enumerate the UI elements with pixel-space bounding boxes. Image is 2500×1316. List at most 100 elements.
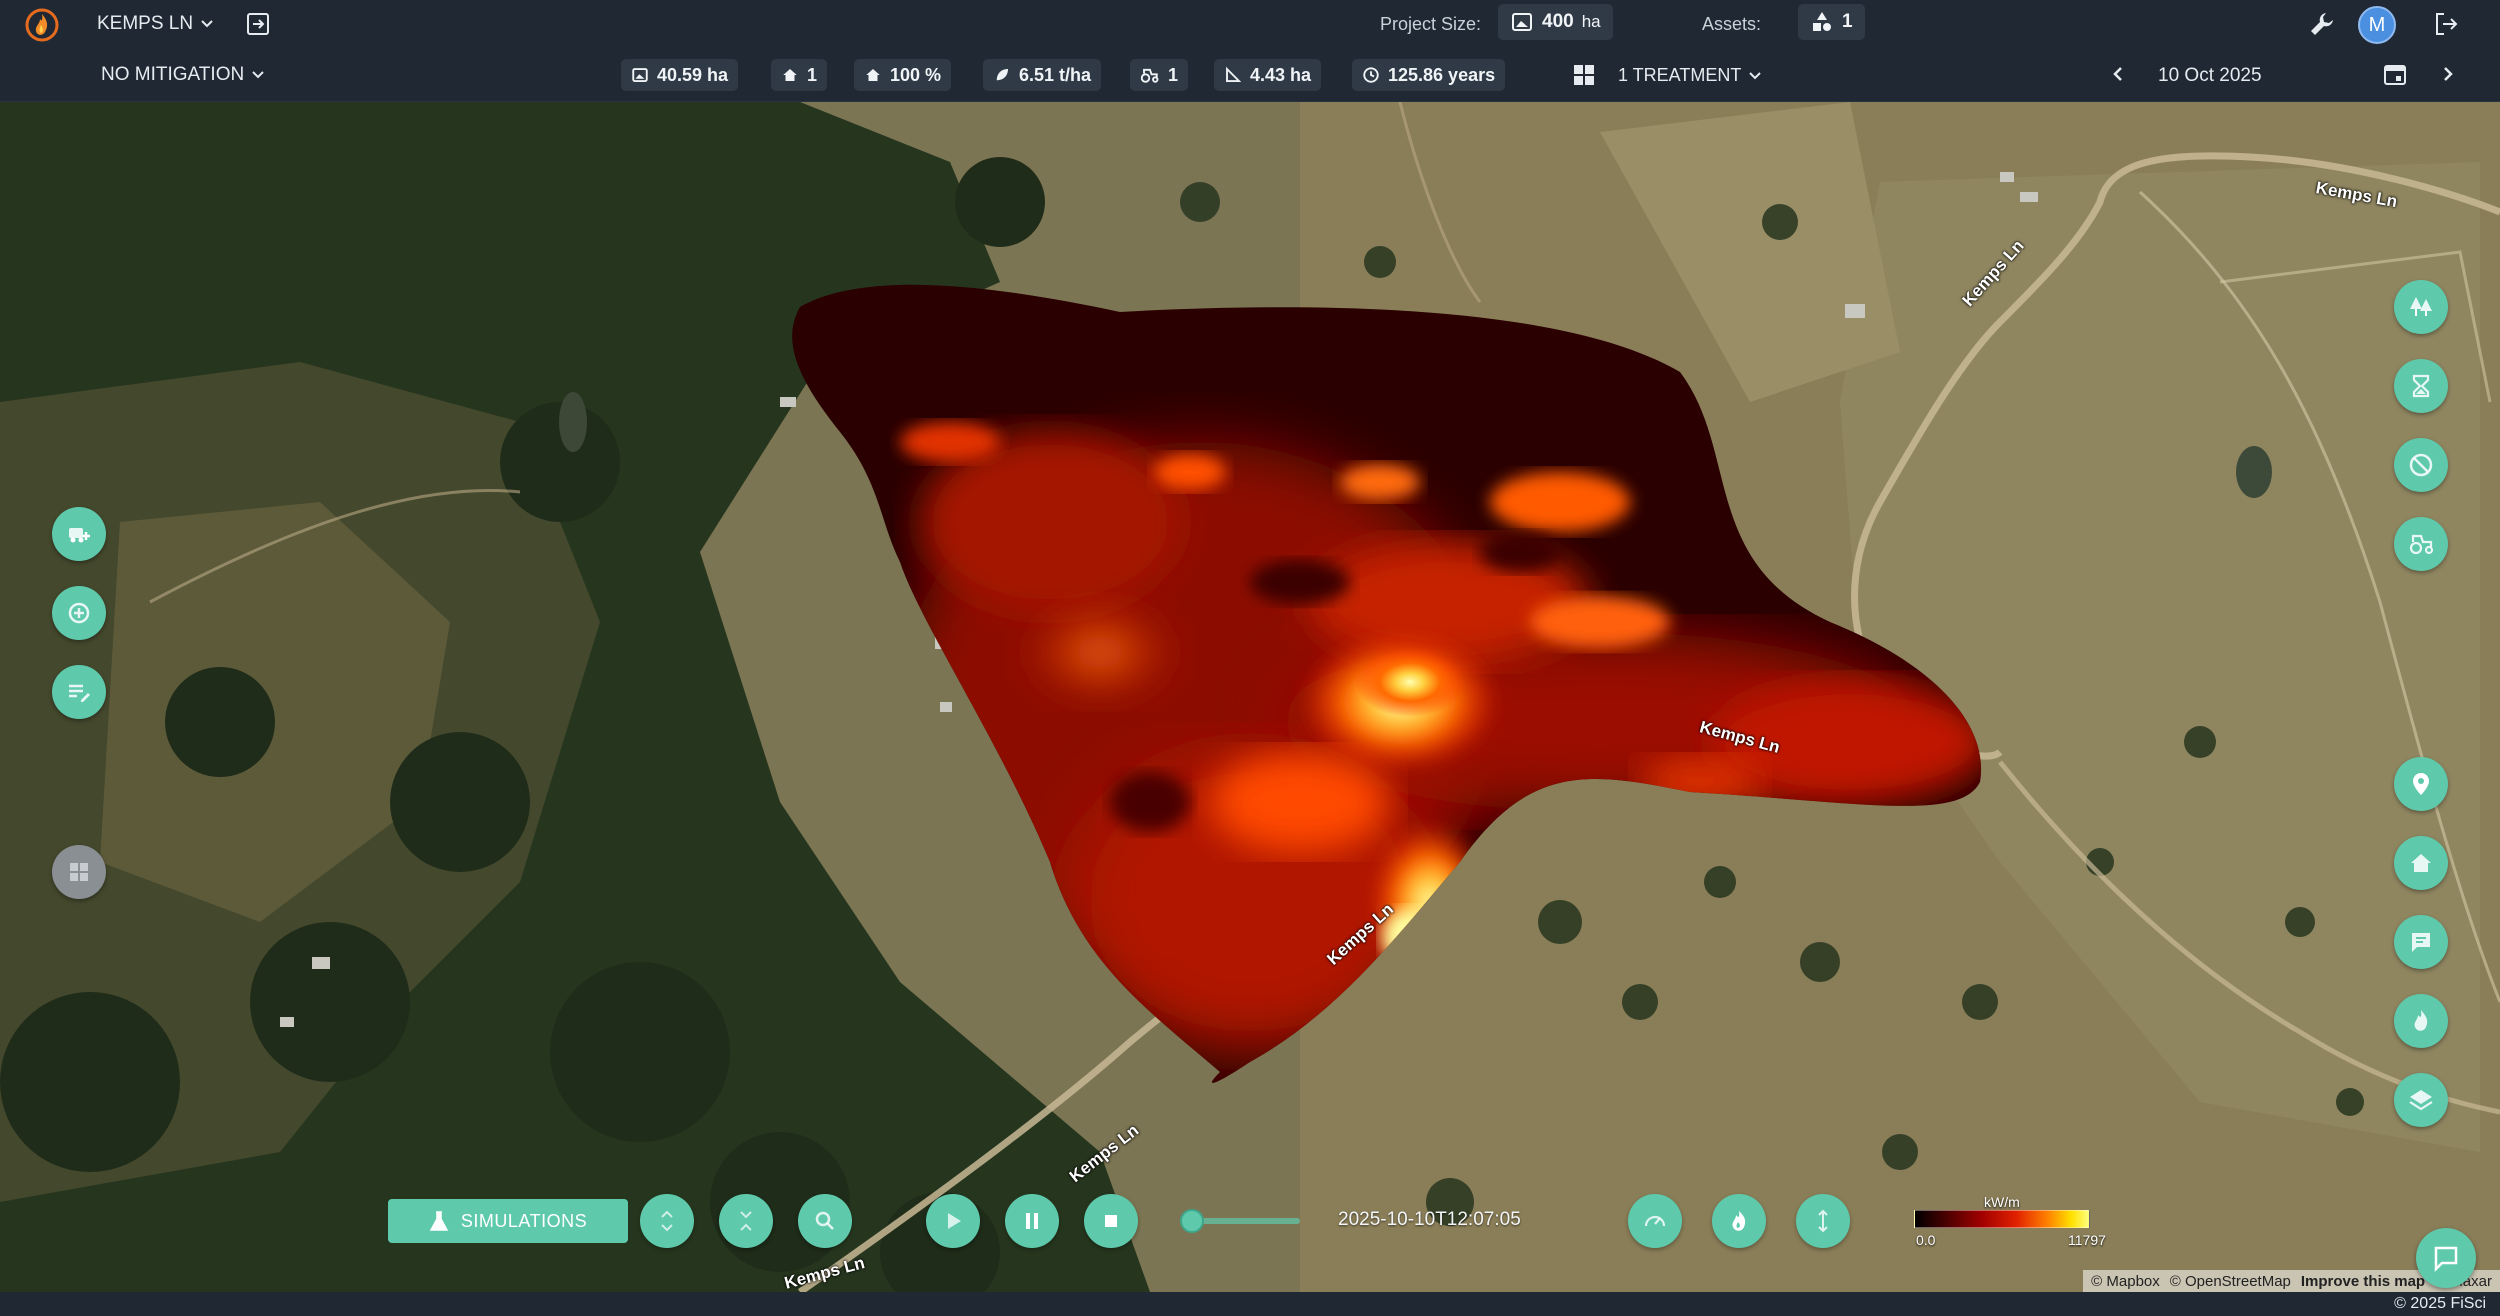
vegetation-button[interactable] bbox=[2394, 280, 2448, 334]
user-avatar[interactable]: M bbox=[2358, 6, 2396, 44]
area-icon bbox=[631, 66, 649, 84]
tractor-button[interactable] bbox=[2394, 517, 2448, 571]
map-canvas[interactable]: Kemps Ln Kemps Ln Kemps Ln Kemps Ln Kemp… bbox=[0, 102, 2500, 1292]
assets-value: 1 bbox=[1842, 11, 1853, 32]
no-fire-icon bbox=[2409, 453, 2433, 477]
pause-icon bbox=[1026, 1213, 1038, 1229]
project-selector[interactable]: KEMPS LN bbox=[97, 13, 215, 35]
stat-houses: 1 bbox=[771, 59, 828, 91]
edit-list-icon bbox=[69, 684, 90, 702]
assets-pill[interactable]: 1 bbox=[1798, 4, 1865, 40]
edit-list-button[interactable] bbox=[52, 665, 106, 719]
zoom-plus-icon bbox=[68, 602, 90, 624]
stat-value: 40.59 ha bbox=[657, 64, 729, 85]
layers-icon bbox=[2409, 1090, 2433, 1111]
chat-button[interactable] bbox=[2416, 1228, 2476, 1288]
mitigation-selector[interactable]: NO MITIGATION bbox=[101, 64, 266, 86]
location-pin-icon bbox=[2413, 773, 2429, 795]
logout-icon[interactable] bbox=[2432, 10, 2460, 38]
dashboard-button[interactable] bbox=[52, 845, 106, 899]
leaf-icon bbox=[993, 66, 1011, 84]
legend-gradient bbox=[1914, 1210, 2090, 1228]
project-size-value: 400 bbox=[1542, 11, 1574, 32]
slider-thumb[interactable] bbox=[1180, 1209, 1204, 1233]
comment-button[interactable] bbox=[2394, 915, 2448, 969]
simulations-label: SIMULATIONS bbox=[460, 1210, 588, 1231]
area-icon bbox=[1510, 10, 1534, 34]
stat-value: 125.86 years bbox=[1388, 64, 1496, 85]
stat-return-period: 125.86 years bbox=[1352, 59, 1506, 91]
dashboard-icon bbox=[70, 863, 88, 881]
flask-icon bbox=[429, 1210, 449, 1232]
asset-button[interactable] bbox=[2394, 836, 2448, 890]
grid-layout-icon[interactable] bbox=[1572, 63, 1596, 87]
simulations-button[interactable]: SIMULATIONS bbox=[388, 1199, 628, 1243]
timer-button[interactable] bbox=[2394, 359, 2448, 413]
current-date: 10 Oct 2025 bbox=[2158, 65, 2262, 86]
hourglass-icon bbox=[2412, 374, 2430, 398]
footer-bar: © 2025 FiSci bbox=[0, 1292, 2500, 1316]
add-vehicle-button[interactable] bbox=[52, 507, 106, 561]
stat-value: 1 bbox=[1168, 64, 1179, 85]
speedometer-icon bbox=[1644, 1215, 1666, 1227]
stat-value: 100 % bbox=[890, 64, 942, 85]
speed-button[interactable] bbox=[1628, 1194, 1682, 1248]
calendar-icon[interactable] bbox=[2382, 61, 2408, 87]
exit-project-icon[interactable] bbox=[244, 10, 272, 38]
chat-bubble-icon bbox=[2434, 1246, 2458, 1273]
fire-intensity-button[interactable] bbox=[1712, 1194, 1766, 1248]
chevron-right-icon[interactable] bbox=[2438, 64, 2458, 84]
top-bar: KEMPS LN Project Size: 400 ha Assets: 1 … bbox=[0, 0, 2500, 48]
zoom-in-button[interactable] bbox=[52, 586, 106, 640]
simulation-timestamp: 2025-10-10T12:07:05 bbox=[1338, 1209, 1521, 1230]
legend-min: 0.0 bbox=[1916, 1232, 1936, 1248]
chevron-down-icon bbox=[1747, 68, 1763, 84]
fire-icon bbox=[2414, 1010, 2428, 1031]
location-button[interactable] bbox=[2394, 757, 2448, 811]
play-icon bbox=[948, 1213, 961, 1229]
pause-button[interactable] bbox=[1005, 1194, 1059, 1248]
stop-button[interactable] bbox=[1084, 1194, 1138, 1248]
legend-max: 11797 bbox=[2068, 1232, 2106, 1248]
ruler-area-icon bbox=[1224, 66, 1242, 84]
improve-map-link[interactable]: Improve this map bbox=[2301, 1273, 2425, 1290]
stat-fuel-load: 6.51 t/ha bbox=[983, 59, 1102, 91]
no-burn-button[interactable] bbox=[2394, 438, 2448, 492]
treatment-label: 1 TREATMENT bbox=[1618, 65, 1742, 85]
satellite-imagery bbox=[0, 102, 2500, 1292]
copyright-text: © 2025 FiSci bbox=[2394, 1295, 2486, 1312]
chevron-left-icon[interactable] bbox=[2108, 64, 2128, 84]
app-logo-icon[interactable] bbox=[24, 7, 60, 43]
comment-icon bbox=[2412, 933, 2430, 952]
wrench-icon[interactable] bbox=[2308, 10, 2336, 38]
collapse-button[interactable] bbox=[719, 1194, 773, 1248]
ignition-button[interactable] bbox=[2394, 994, 2448, 1048]
avatar-initial: M bbox=[2368, 13, 2386, 36]
mitigation-label: NO MITIGATION bbox=[101, 64, 245, 85]
house-icon bbox=[781, 66, 799, 84]
intensity-legend: kW/m 0.0 11797 bbox=[1914, 1194, 2114, 1254]
osm-attribution-link[interactable]: © OpenStreetMap bbox=[2170, 1273, 2291, 1290]
vertical-arrows-icon bbox=[1818, 1209, 1828, 1233]
project-size-label: Project Size: bbox=[1380, 14, 1482, 34]
project-size-pill: 400 ha bbox=[1498, 4, 1613, 40]
height-button[interactable] bbox=[1796, 1194, 1850, 1248]
search-button[interactable] bbox=[798, 1194, 852, 1248]
expand-button[interactable] bbox=[640, 1194, 694, 1248]
treatment-selector[interactable]: 1 TREATMENT bbox=[1618, 65, 1763, 86]
layers-button[interactable] bbox=[2394, 1073, 2448, 1127]
play-button[interactable] bbox=[926, 1194, 980, 1248]
expand-vertical-icon bbox=[661, 1210, 673, 1232]
tractor-icon bbox=[1140, 66, 1160, 84]
clock-icon bbox=[1362, 66, 1380, 84]
mapbox-attribution-link[interactable]: © Mapbox bbox=[2091, 1273, 2160, 1290]
trees-icon bbox=[2410, 297, 2432, 316]
legend-unit: kW/m bbox=[1984, 1194, 2020, 1210]
chevron-down-icon bbox=[250, 67, 266, 83]
stat-burnt-area: 40.59 ha bbox=[621, 59, 739, 91]
time-slider[interactable] bbox=[1180, 1209, 1300, 1233]
project-size-unit: ha bbox=[1581, 12, 1601, 31]
stat-value: 1 bbox=[807, 64, 818, 85]
stat-house-loss: 100 % bbox=[854, 59, 952, 91]
stop-icon bbox=[1105, 1215, 1117, 1227]
